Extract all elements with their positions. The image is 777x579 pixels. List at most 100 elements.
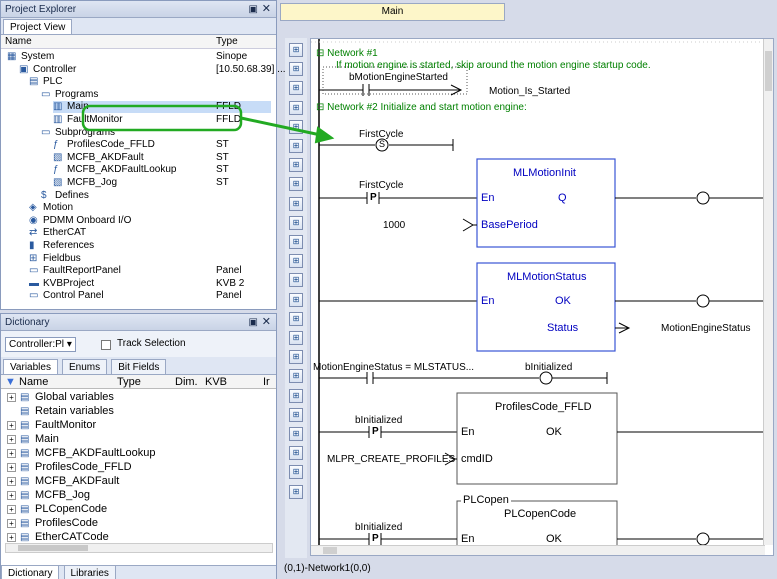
column-name[interactable]: Name — [5, 35, 32, 49]
expand-icon[interactable]: + — [7, 491, 16, 500]
tool-v-line-button[interactable]: ⊞ — [289, 254, 303, 269]
close-icon[interactable]: ✕ — [262, 314, 271, 331]
tree-item-pdmm-onboard-i-o[interactable]: ◉ PDMM Onboard I/O — [29, 215, 271, 227]
column-name[interactable]: Name — [19, 375, 48, 389]
network1-header[interactable]: ⊟ Network #1 — [316, 48, 378, 59]
dictionary-row[interactable]: + ▤ Main — [7, 432, 59, 446]
tree-item-label: References — [43, 240, 95, 251]
tool-branch-button[interactable]: ⊞ — [289, 139, 303, 153]
tool-comment-button[interactable]: ⊞ — [289, 215, 303, 230]
expand-icon[interactable]: + — [7, 449, 16, 458]
tool-contact-button[interactable]: ⊞ — [289, 62, 303, 77]
tool-block-button[interactable]: ⊞ — [289, 100, 303, 115]
pin-icon[interactable]: ▣ — [249, 314, 258, 331]
tool-variables-button[interactable]: ⊞ — [289, 407, 303, 422]
fb-mlmotionstatus-title[interactable]: MLMotionStatus — [507, 271, 586, 283]
dictionary-row[interactable]: + ▤ EtherCATCode — [7, 530, 109, 544]
fb-plcopencode-title[interactable]: PLCopenCode — [504, 508, 576, 520]
dictionary-row[interactable]: + ▤ ProfilesCode_FFLD — [7, 460, 132, 474]
tree-item-profilescode-ffld[interactable]: ƒ ProfilesCode_FFLD — [53, 139, 271, 151]
expand-icon[interactable]: + — [7, 519, 16, 528]
dictionary-hscrollbar[interactable] — [5, 543, 273, 553]
dictionary-row[interactable]: + ▤ MCFB_AKDFaultLookup — [7, 446, 155, 460]
variable-group-icon: ▤ — [20, 476, 30, 487]
tree-item-mcfb-akdfault[interactable]: ▧ MCFB_AKDFault — [53, 152, 271, 164]
tool-block2-button[interactable]: ⊞ — [289, 292, 303, 307]
tool-return-button[interactable]: ⊞ — [289, 177, 303, 192]
tool-network-new-button[interactable]: ⊞ — [289, 465, 303, 480]
expand-icon[interactable]: + — [7, 533, 16, 542]
tool-properties-button[interactable]: ⊞ — [289, 388, 303, 403]
column-type[interactable]: Type — [216, 35, 238, 49]
expand-icon[interactable]: + — [7, 463, 16, 472]
scroll-thumb[interactable] — [323, 547, 337, 554]
tree-item-ethercat[interactable]: ⇄ EtherCAT — [29, 227, 271, 239]
tool-insert-button[interactable]: ⊞ — [289, 446, 303, 461]
set-coil-label: S — [379, 139, 386, 149]
tool-coil-no-button[interactable]: ⊞ — [289, 331, 303, 345]
tab-bit-fields[interactable]: Bit Fields — [111, 359, 167, 374]
fb-profilescode-title[interactable]: ProfilesCode_FFLD — [495, 401, 592, 413]
expand-icon[interactable]: + — [7, 435, 16, 444]
tool-label-button[interactable]: ⊞ — [289, 196, 303, 211]
tool-h-line-button[interactable]: ⊞ — [289, 235, 303, 249]
expand-icon[interactable]: + — [7, 477, 16, 486]
dictionary-row[interactable]: + ▤ FaultMonitor — [7, 418, 96, 432]
tool-coil-button[interactable]: ⊞ — [289, 81, 303, 96]
tree-item-plc[interactable]: ▤ PLC — [29, 76, 271, 88]
dictionary-row[interactable]: + ▤ ProfilesCode — [7, 516, 98, 530]
tree-item-label: Defines — [55, 189, 89, 201]
dictionary-row[interactable]: + ▤ MCFB_AKDFault — [7, 474, 119, 488]
motionenginestatus-output: MotionEngineStatus — [661, 323, 751, 334]
tab-main[interactable]: Main — [280, 3, 505, 21]
tab-enums[interactable]: Enums — [62, 359, 108, 374]
scroll-thumb[interactable] — [18, 545, 88, 551]
project-explorer-panel: Project Explorer ▣ ✕ Project View Name T… — [0, 0, 286, 310]
column-ir[interactable]: Ir — [263, 375, 270, 389]
ladder-canvas[interactable]: ⊟ Network #1 If motion engine is started… — [310, 38, 774, 556]
tab-project-view[interactable]: Project View — [3, 19, 73, 34]
tree-item-mcfb-jog[interactable]: ▧ MCFB_Jog — [53, 177, 271, 189]
scroll-thumb[interactable] — [765, 51, 772, 91]
tab-variables[interactable]: Variables — [3, 359, 58, 374]
tool-grid-button[interactable]: ⊞ — [289, 427, 303, 441]
tree-item-fieldbus[interactable]: ⊞ Fieldbus — [29, 253, 271, 265]
tool-jump-button[interactable]: ⊞ — [289, 158, 303, 173]
filter-icon[interactable]: ▼ — [5, 375, 16, 389]
column-type[interactable]: Type — [117, 375, 141, 389]
column-dim[interactable]: Dim. — [175, 375, 198, 389]
expand-icon[interactable]: + — [7, 393, 16, 402]
fb-mlmotioninit-title[interactable]: MLMotionInit — [513, 167, 576, 179]
dictionary-row[interactable]: + ▤ MCFB_Jog — [7, 488, 90, 502]
tool-contact-no-button[interactable]: ⊞ — [289, 311, 303, 326]
network2-header[interactable]: ⊟ Network #2 Initialize and start motion… — [316, 102, 527, 113]
tree-item-mcfb-akdfaultlookup[interactable]: ƒ MCFB_AKDFaultLookup — [53, 164, 271, 176]
tab-dictionary[interactable]: Dictionary — [1, 566, 60, 579]
tree-item-defines[interactable]: $ Defines — [41, 190, 271, 202]
tree-item-programs[interactable]: ▭ Programs — [41, 89, 271, 101]
tool-network-button[interactable]: ⊞ — [289, 273, 303, 288]
track-selection-checkbox[interactable] — [101, 340, 111, 350]
collapse-icon[interactable]: ⊟ — [316, 102, 324, 113]
tool-zoom-button[interactable]: ⊞ — [289, 369, 303, 384]
editor-hscrollbar[interactable] — [311, 545, 765, 555]
editor-vscrollbar[interactable] — [763, 39, 773, 545]
scope-select[interactable]: Controller:Pl ▾ — [5, 337, 76, 352]
tool-toggle-button[interactable]: ⊞ — [289, 484, 303, 499]
dictionary-row[interactable]: +▤Retain variables — [7, 404, 114, 418]
pin-icon[interactable]: ▣ — [249, 1, 258, 18]
tab-libraries[interactable]: Libraries — [63, 566, 116, 579]
expand-icon[interactable]: + — [7, 421, 16, 430]
tool-select-button[interactable]: ⊞ — [289, 43, 303, 57]
tool-rung-button[interactable]: ⊞ — [289, 119, 303, 134]
column-kvb[interactable]: KVB — [205, 375, 227, 389]
tree-item-subprograms[interactable]: ▭ Subprograms — [41, 127, 271, 139]
expand-icon[interactable]: + — [7, 505, 16, 514]
dictionary-row[interactable]: + ▤ PLCopenCode — [7, 502, 107, 516]
collapse-icon[interactable]: ⊟ — [316, 48, 324, 59]
close-icon[interactable]: ✕ — [262, 1, 271, 18]
tree-item-motion[interactable]: ◈ Motion — [29, 202, 271, 214]
dictionary-row[interactable]: + ▤ Global variables — [7, 390, 114, 404]
tool-search-button[interactable]: ⊞ — [289, 350, 303, 365]
tree-item-references[interactable]: ▮ References — [29, 240, 271, 252]
